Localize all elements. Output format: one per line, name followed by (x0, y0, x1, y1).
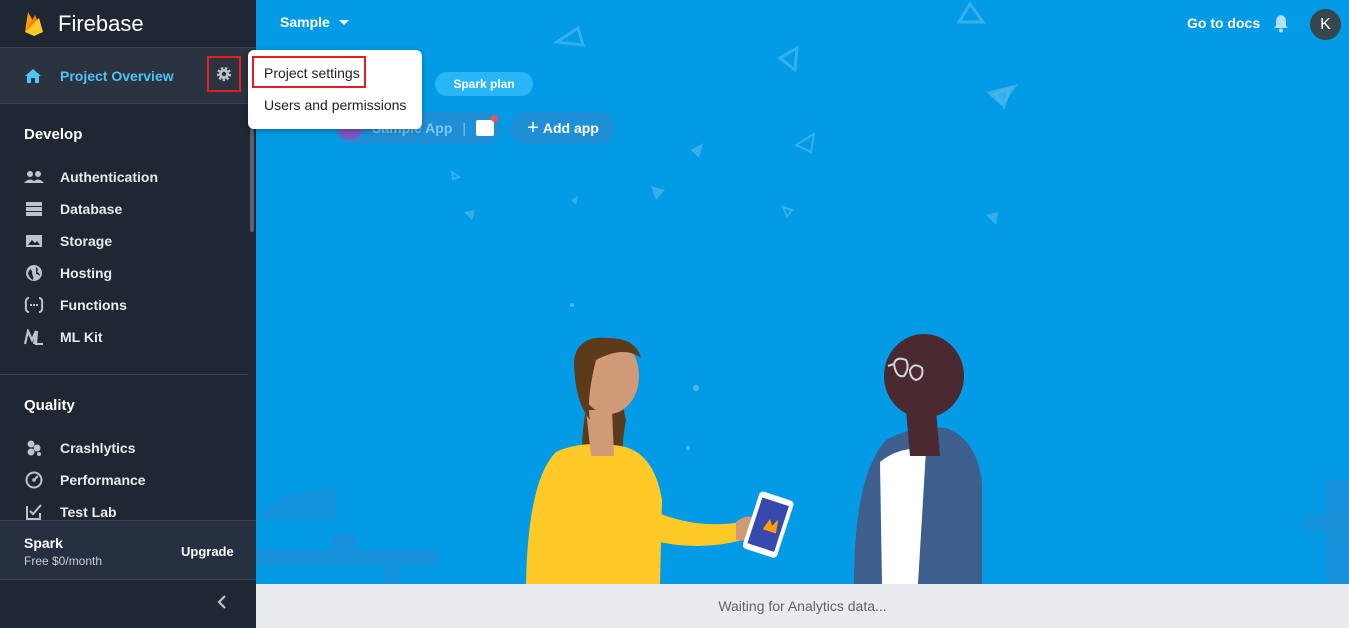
settings-gear-button[interactable] (207, 56, 241, 92)
firebase-logo-icon (25, 11, 43, 36)
sidebar-item-label: Functions (60, 297, 127, 313)
analytics-status-bar: Waiting for Analytics data... (256, 584, 1349, 628)
sidebar-item-label: Database (60, 201, 123, 217)
database-icon (24, 199, 44, 219)
notification-dot (491, 115, 499, 122)
sidebar-item-performance[interactable]: Performance (0, 466, 248, 494)
app-name: Firebase (58, 10, 144, 36)
test-lab-icon (24, 502, 44, 522)
sidebar: Firebase Project Overview Develop Authen… (0, 0, 256, 628)
collapse-sidebar-chevron-icon[interactable] (214, 592, 230, 612)
analytics-status-text: Waiting for Analytics data... (718, 598, 887, 614)
project-selector[interactable]: Sample (280, 14, 349, 30)
menu-item-users-and-permissions[interactable]: Users and permissions (264, 97, 406, 113)
sidebar-item-label: Authentication (60, 169, 158, 185)
notifications-bell-icon[interactable] (1271, 13, 1291, 33)
home-icon (25, 68, 41, 83)
globe-icon (24, 263, 44, 283)
storage-icon (24, 231, 44, 251)
plan-name: Spark (24, 535, 63, 551)
chip-separator: | (462, 120, 467, 136)
add-app-label: Add app (542, 120, 599, 136)
sidebar-divider (0, 374, 248, 375)
project-name: Sample (280, 14, 330, 30)
sidebar-item-functions[interactable]: Functions (0, 291, 248, 319)
develop-section-title: Develop (24, 126, 83, 143)
sidebar-item-database[interactable]: Database (0, 195, 248, 223)
sidebar-item-authentication[interactable]: Authentication (0, 163, 248, 191)
sidebar-item-ml-kit[interactable]: ML Kit (0, 323, 248, 351)
sidebar-item-storage[interactable]: Storage (0, 227, 248, 255)
account-avatar[interactable]: K (1310, 9, 1341, 40)
brand[interactable]: Firebase (0, 0, 256, 48)
project-overview-item[interactable]: Project Overview (0, 48, 256, 104)
functions-icon (24, 295, 44, 315)
sidebar-scrollbar[interactable] (250, 118, 254, 232)
gear-icon (216, 66, 232, 82)
people-icon (24, 167, 44, 187)
sidebar-item-label: Crashlytics (60, 440, 136, 456)
settings-menu: Project settings Users and permissions (248, 50, 422, 129)
plan-price: Free $0/month (24, 554, 103, 568)
quality-section-title: Quality (24, 397, 75, 414)
plus-icon: + (527, 116, 539, 139)
project-overview-label: Project Overview (60, 67, 174, 84)
ml-kit-icon (24, 327, 44, 347)
performance-icon (24, 470, 44, 490)
sidebar-item-hosting[interactable]: Hosting (0, 259, 248, 287)
go-to-docs-link[interactable]: Go to docs (1187, 15, 1260, 31)
menu-item-project-settings[interactable]: Project settings (264, 65, 360, 81)
sidebar-item-crashlytics[interactable]: Crashlytics (0, 434, 248, 462)
crashlytics-icon (24, 438, 44, 458)
chevron-down-icon (338, 19, 349, 25)
add-app-button[interactable]: + Add app (510, 112, 616, 144)
sidebar-item-label: ML Kit (60, 329, 103, 345)
upgrade-button[interactable]: Upgrade (181, 544, 234, 559)
sidebar-item-label: Test Lab (60, 504, 117, 520)
sidebar-item-label: Storage (60, 233, 113, 249)
sidebar-item-label: Performance (60, 472, 146, 488)
plan-panel: Spark Free $0/month Upgrade (0, 520, 256, 580)
sidebar-item-label: Hosting (60, 265, 113, 281)
spark-plan-badge[interactable]: Spark plan (435, 72, 533, 96)
web-app-code-icon[interactable] (476, 115, 499, 136)
